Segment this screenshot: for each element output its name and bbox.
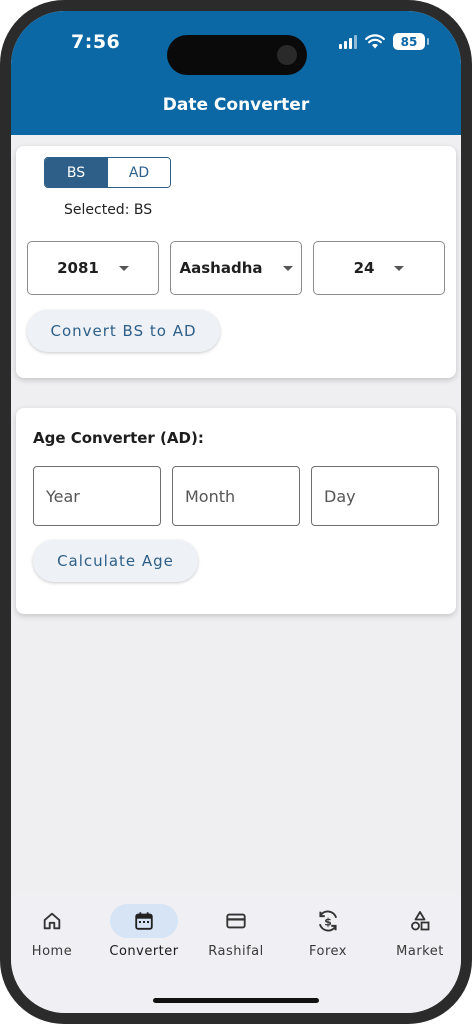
chevron-down-icon	[282, 265, 293, 271]
status-time: 7:56	[71, 31, 121, 53]
bs-toggle-button[interactable]: BS	[45, 158, 107, 187]
nav-label-rashifal: Rashifal	[208, 944, 264, 959]
svg-text:$: $	[324, 915, 332, 928]
currency-exchange-icon: $	[318, 910, 338, 932]
year-dropdown[interactable]: 2081	[27, 241, 159, 295]
nav-item-market[interactable]: Market	[375, 894, 461, 974]
chevron-down-icon	[118, 265, 129, 271]
phone-frame: 7:56 85 Date Converter BS AD Selected: B…	[0, 0, 472, 1024]
nav-item-home[interactable]: Home	[11, 894, 97, 974]
calendar-icon	[135, 912, 153, 930]
nav-label-forex: Forex	[309, 944, 347, 959]
ad-toggle-button[interactable]: AD	[107, 158, 170, 187]
page-title: Date Converter	[162, 95, 310, 115]
calculate-age-button[interactable]: Calculate Age	[33, 540, 198, 582]
age-converter-title: Age Converter (AD):	[33, 429, 204, 447]
month-dropdown[interactable]: Aashadha	[170, 241, 302, 295]
month-input[interactable]	[172, 466, 300, 526]
chevron-down-icon	[394, 265, 405, 271]
nav-label-market: Market	[396, 944, 444, 959]
year-input[interactable]	[33, 466, 161, 526]
year-value: 2081	[57, 259, 99, 277]
home-indicator	[153, 998, 319, 1003]
camera-lens	[277, 45, 297, 65]
app-bar: 7:56 85 Date Converter	[11, 11, 461, 135]
month-value: Aashadha	[179, 259, 263, 277]
wifi-icon	[365, 34, 385, 49]
home-icon	[43, 912, 61, 930]
selected-calendar-text: Selected: BS	[64, 202, 153, 218]
card-icon	[226, 913, 246, 929]
nav-item-forex[interactable]: $ Forex	[283, 894, 373, 974]
nav-item-rashifal[interactable]: Rashifal	[191, 894, 281, 974]
signal-icon	[339, 34, 357, 49]
screen: 7:56 85 Date Converter BS AD Selected: B…	[11, 11, 461, 1013]
nav-label-converter: Converter	[109, 944, 179, 959]
day-input[interactable]	[311, 466, 439, 526]
calendar-toggle: BS AD	[44, 157, 171, 188]
age-converter-card: Age Converter (AD): Calculate Age	[16, 408, 456, 614]
day-value: 24	[353, 259, 375, 277]
shapes-icon	[411, 911, 430, 931]
date-converter-card: BS AD Selected: BS 2081 Aashadha 24 Conv…	[16, 146, 456, 378]
day-dropdown[interactable]: 24	[313, 241, 445, 295]
bottom-navigation: Home Converter Rashifal $ Forex Market	[11, 894, 461, 1013]
status-icons: 85	[339, 33, 429, 50]
convert-bs-to-ad-button[interactable]: Convert BS to AD	[27, 310, 220, 352]
nav-item-converter[interactable]: Converter	[99, 894, 189, 974]
battery-indicator: 85	[393, 33, 429, 50]
dynamic-island	[167, 35, 307, 75]
nav-label-home: Home	[31, 944, 73, 959]
